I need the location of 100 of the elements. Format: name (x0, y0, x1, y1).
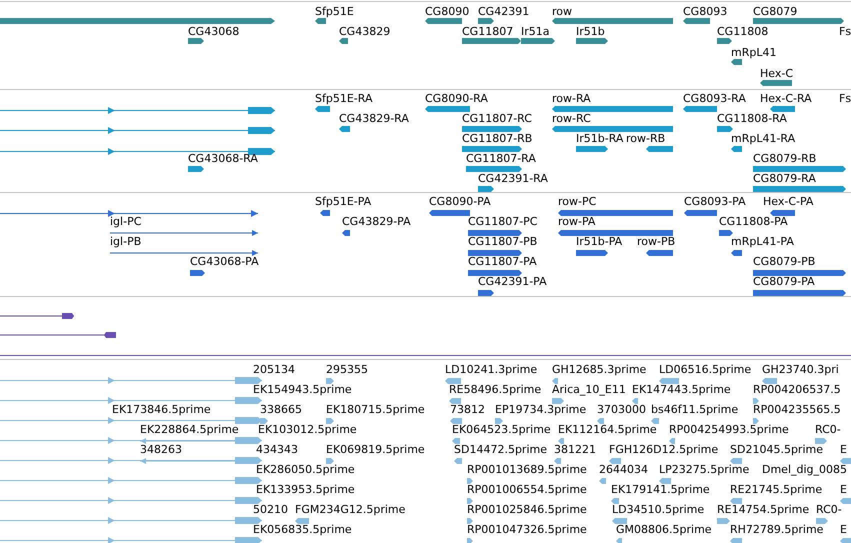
feature-label: E (840, 443, 847, 456)
feature-label: Ir51b-RA (576, 132, 624, 145)
feature-label: CG11807-PB (468, 235, 538, 248)
feature-label: CG42391 (478, 5, 530, 18)
feature-label: 205134 (253, 363, 295, 376)
feature-label: row-RB (626, 132, 666, 145)
feature-label: Fs (839, 92, 851, 105)
feature-label: RP004254993.5prime (669, 423, 789, 436)
feature-label: igl-PC (110, 215, 142, 228)
feature-label: Sfp51E (315, 5, 354, 18)
feature-label: EK103012.5prime (258, 423, 357, 436)
feature-label: 50210 (253, 503, 288, 516)
feature-label: LP23275.5prime (659, 463, 750, 476)
feature-label: mRpL41-RA (731, 132, 796, 145)
feature-label: EK286050.5prime (256, 463, 355, 476)
feature-label: row-PB (637, 235, 676, 248)
feature-label: EP19734.3prime (495, 403, 586, 416)
feature-label: 338665 (260, 403, 302, 416)
feature-label: Sfp51E-PA (315, 195, 372, 208)
feature-label: mRpL41 (731, 46, 776, 59)
feature-label: CG42391-RA (478, 172, 548, 185)
feature-label: CG8079-RA (753, 172, 816, 185)
feature-label: row-PC (558, 195, 596, 208)
feature-label: CG8090-RA (425, 92, 488, 105)
feature-label: CG43068-PA (190, 255, 259, 268)
feature-label: RP004235565.5 (753, 403, 841, 416)
feature-label: 434343 (256, 443, 298, 456)
feature-label: CG11807-RC (462, 112, 532, 125)
feature-label: CG11807 (462, 25, 514, 38)
feature-label: Hex-C-RA (760, 92, 812, 105)
feature-label: LD06516.5prime (659, 363, 752, 376)
feature-label: SD14472.5prime (454, 443, 547, 456)
feature-label: Hex-C (760, 67, 794, 80)
feature-label: EK228864.5prime (140, 423, 239, 436)
feature-label: RP001006554.5prime (467, 483, 587, 496)
feature-label: EK112164.5prime (558, 423, 657, 436)
feature-label: FGH126D12.5prime (609, 443, 718, 456)
feature-label: Ir51b (576, 25, 605, 38)
feature-label: row-PA (558, 215, 596, 228)
feature-label: CG8079 (753, 5, 798, 18)
feature-label: CG8090-PA (429, 195, 491, 208)
feature-label: E (840, 523, 847, 536)
feature-label: row (552, 5, 572, 18)
feature-label: CG11807-RA (466, 152, 536, 165)
feature-label: 348263 (140, 443, 182, 456)
feature-label: EK173846.5prime (112, 403, 211, 416)
feature-label: CG8093 (683, 5, 728, 18)
feature-label: EK064523.5prime (452, 423, 551, 436)
feature-label: CG11808-PA (719, 215, 788, 228)
feature-label: CG11807-PC (468, 215, 538, 228)
feature-label: CG8093-PA (684, 195, 746, 208)
feature-label: bs46f11.5prime (651, 403, 738, 416)
feature-label: Fs (839, 25, 851, 38)
feature-label: RE58496.5prime (449, 383, 542, 396)
feature-label: CG11808-RA (717, 112, 787, 125)
feature-label: EK069819.5prime (326, 443, 425, 456)
feature-label: CG8090 (425, 5, 470, 18)
feature-label: SD21045.5prime (730, 443, 823, 456)
feature-label: CG8093-RA (683, 92, 746, 105)
feature-label: FGM234G12.5prime (295, 503, 406, 516)
feature-label: EK147443.5prime (632, 383, 731, 396)
feature-label: LD34510.5prime (612, 503, 704, 516)
feature-label: Dmel_dig_0085 (762, 463, 848, 476)
feature-label: LD10241.3prime (445, 363, 538, 376)
feature-label: 2644034 (599, 463, 648, 476)
feature-label: 295355 (326, 363, 368, 376)
feature-label: CG43068-RA (188, 152, 258, 165)
feature-label: RP001013689.5prime (467, 463, 587, 476)
feature-label: CG11807-PA (468, 255, 537, 268)
feature-label: CG43829-RA (339, 112, 409, 125)
feature-label: CG42391-PA (478, 275, 547, 288)
feature-label: RC0- (815, 423, 841, 436)
feature-label: mRpL41-PA (731, 235, 794, 248)
feature-label: E (840, 483, 847, 496)
feature-label: CG8079-RB (753, 152, 816, 165)
feature-label: Hex-C-PA (763, 195, 814, 208)
feature-label: 381221 (554, 443, 596, 456)
feature-label: 73812 (450, 403, 485, 416)
feature-label: CG43829 (339, 25, 390, 38)
feature-label: GH23740.3pri (762, 363, 839, 376)
feature-label: RP004206537.5 (753, 383, 841, 396)
feature-label: EK056835.5prime (253, 523, 352, 536)
feature-label: CG43068 (188, 25, 240, 38)
feature-label: EK180715.5prime (326, 403, 425, 416)
feature-label: CG11808 (717, 25, 768, 38)
feature-label: Arica_10_E11 (552, 383, 626, 396)
feature-label: CG43829-PA (342, 215, 411, 228)
feature-label: row-RC (552, 112, 591, 125)
feature-label: CG8079-PA (753, 275, 815, 288)
feature-label: RC0- (816, 503, 842, 516)
feature-label: RP001025846.5prime (467, 503, 587, 516)
feature-label: CG8079-PB (753, 255, 816, 268)
feature-label: GH12685.3prime (552, 363, 646, 376)
feature-label: 3703000 (597, 403, 646, 416)
feature-label: EK133953.5prime (256, 483, 355, 496)
feature-label: Sfp51E-RA (315, 92, 372, 105)
feature-label: igl-PB (110, 235, 142, 248)
feature-label: EK179141.5prime (611, 483, 710, 496)
feature-label: RE21745.5prime (730, 483, 822, 496)
feature-label: RH72789.5prime (730, 523, 824, 536)
